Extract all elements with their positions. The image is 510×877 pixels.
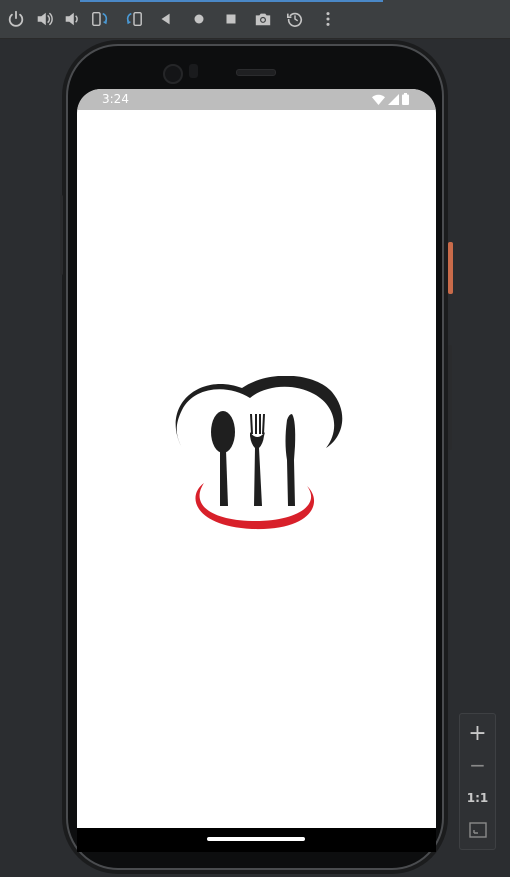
snapshot-icon[interactable]	[285, 9, 305, 29]
camera-icon[interactable]	[253, 9, 273, 29]
battery-icon	[402, 93, 409, 105]
status-time: 3:24	[102, 92, 129, 106]
back-icon[interactable]	[156, 9, 176, 29]
home-gesture-pill[interactable]	[207, 837, 305, 841]
status-icons	[372, 93, 409, 105]
power-button[interactable]	[448, 242, 453, 294]
left-side-button	[60, 195, 63, 275]
rotate-right-icon[interactable]	[124, 9, 144, 29]
overview-icon[interactable]	[221, 9, 241, 29]
front-camera	[163, 64, 183, 84]
volume-up-icon[interactable]	[34, 9, 54, 29]
emulator-toolbar	[0, 0, 510, 39]
zoom-in-button[interactable]: +	[460, 717, 495, 749]
status-bar: 3:24	[77, 89, 436, 110]
chef-hat-cutlery-logo	[175, 376, 343, 530]
cellular-icon	[388, 93, 399, 105]
power-icon[interactable]	[6, 9, 26, 29]
fit-screen-button[interactable]	[460, 814, 495, 846]
actual-size-button[interactable]: 1:1	[460, 782, 495, 814]
earpiece-speaker	[236, 69, 276, 76]
rotate-left-icon[interactable]	[90, 9, 110, 29]
fit-screen-icon	[468, 822, 487, 838]
more-icon[interactable]	[318, 9, 338, 29]
volume-button[interactable]	[448, 345, 452, 450]
wifi-icon	[372, 94, 385, 105]
volume-down-icon[interactable]	[62, 9, 82, 29]
toolbar-accent-line	[80, 0, 383, 2]
home-icon[interactable]	[189, 9, 209, 29]
zoom-panel: + − 1:1	[459, 713, 496, 850]
device-screen[interactable]: 3:24	[77, 89, 436, 828]
proximity-sensor	[189, 64, 198, 78]
zoom-out-button[interactable]: −	[460, 749, 495, 781]
